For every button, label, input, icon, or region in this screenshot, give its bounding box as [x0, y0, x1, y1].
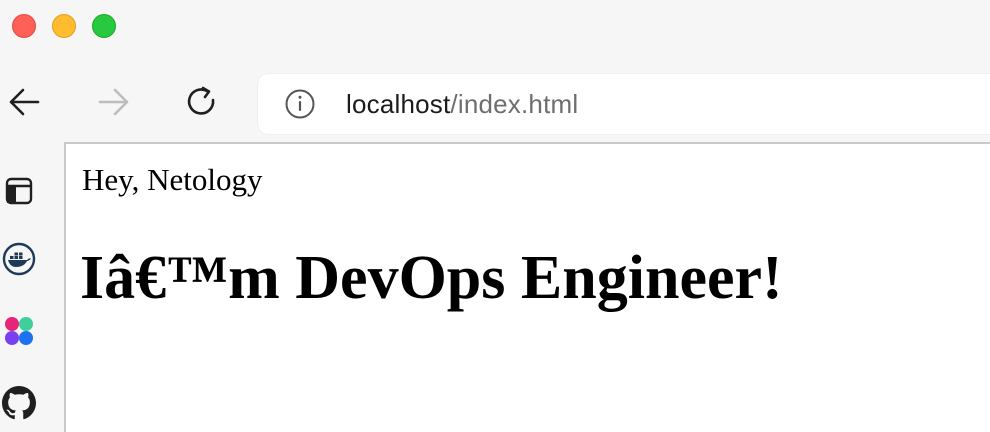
address-bar[interactable]: localhost/index.html — [258, 74, 990, 134]
arrow-right-icon — [98, 88, 129, 116]
page-headline: Iâ€™m DevOps Engineer! — [80, 244, 783, 312]
back-button[interactable] — [6, 84, 42, 120]
window-close-button[interactable] — [12, 14, 36, 38]
address-text[interactable]: localhost/index.html — [346, 88, 578, 120]
address-path: /index.html — [450, 89, 579, 119]
window-titlebar — [0, 0, 990, 60]
docker-icon — [2, 242, 36, 276]
github-icon — [2, 386, 36, 420]
sidebar-item-docker[interactable] — [2, 242, 36, 276]
address-host: localhost — [346, 89, 451, 119]
window-maximize-button[interactable] — [92, 14, 116, 38]
sidebar-item-github[interactable] — [2, 386, 36, 420]
reload-button[interactable] — [184, 84, 220, 120]
info-icon[interactable] — [284, 88, 316, 120]
sidebar-item-apps[interactable] — [2, 314, 36, 348]
window-minimize-button[interactable] — [52, 14, 76, 38]
sidebar-item-panel[interactable] — [2, 174, 36, 208]
apps-icon — [5, 317, 33, 345]
greeting-text: Hey, Netology — [82, 162, 263, 197]
page-content: Hey, Netology Iâ€™m DevOps Engineer! — [64, 142, 990, 432]
forward-button[interactable] — [96, 84, 132, 120]
reload-icon — [187, 86, 215, 115]
sidebar-panel-icon — [5, 177, 33, 205]
sidebar — [0, 144, 64, 432]
arrow-left-icon — [9, 88, 40, 116]
